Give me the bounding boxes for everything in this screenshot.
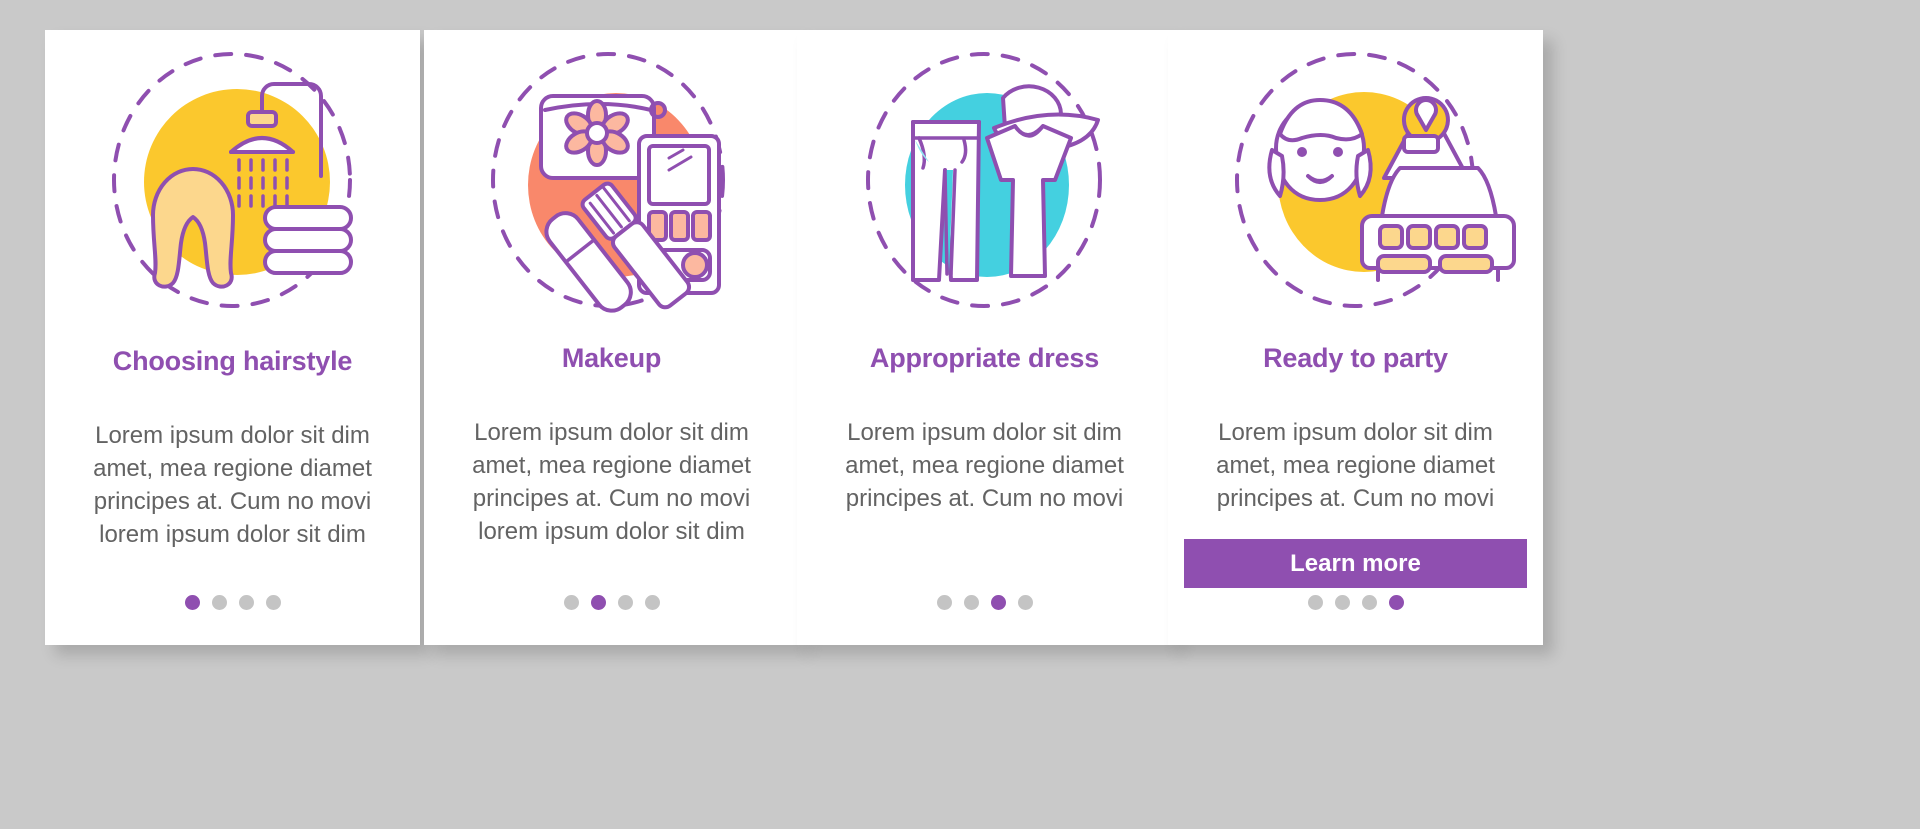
pagination-dot[interactable]: [617, 595, 633, 610]
card-description: Lorem ipsum dolor sit dim amet, mea regi…: [1216, 419, 1495, 513]
card-description: Lorem ipsum dolor sit dim amet, mea regi…: [845, 419, 1124, 513]
pagination-dot[interactable]: [238, 595, 254, 610]
onboarding-screens-stage: Choosing hairstyle Lorem ipsum dolor sit…: [0, 0, 1920, 829]
card-title: Appropriate dress: [869, 343, 1100, 373]
pagination-dots[interactable]: [45, 595, 420, 610]
woman-taxi-location-icon: [1168, 30, 1543, 330]
pagination-dot[interactable]: [1361, 595, 1377, 610]
pagination-dots[interactable]: [797, 595, 1172, 610]
pagination-dot[interactable]: [211, 595, 227, 610]
pants-dress-hat-icon: [797, 30, 1172, 330]
card-title: Choosing hairstyle: [112, 346, 353, 376]
pagination-dot[interactable]: [936, 595, 952, 610]
pagination-dot[interactable]: [265, 595, 281, 610]
pagination-dot[interactable]: [990, 595, 1006, 610]
pagination-dot[interactable]: [590, 595, 606, 610]
card-title: Ready to party: [1263, 343, 1448, 373]
pagination-dot[interactable]: [1017, 595, 1033, 610]
cosmetic-bag-palette-icon: [424, 30, 799, 330]
learn-more-button[interactable]: Learn more: [1184, 539, 1527, 589]
pagination-dot[interactable]: [1307, 595, 1323, 610]
onboarding-card-appropriate-dress[interactable]: Appropriate dress Lorem ipsum dolor sit …: [797, 30, 1172, 645]
onboarding-card-choosing-hairstyle[interactable]: Choosing hairstyle Lorem ipsum dolor sit…: [45, 30, 420, 645]
pagination-dots[interactable]: [424, 595, 799, 610]
card-title: Makeup: [561, 343, 662, 373]
pagination-dots[interactable]: [1168, 595, 1543, 610]
onboarding-card-ready-to-party[interactable]: Ready to party Lorem ipsum dolor sit dim…: [1168, 30, 1543, 645]
pagination-dot[interactable]: [963, 595, 979, 610]
card-description: Lorem ipsum dolor sit dim amet, mea regi…: [472, 419, 751, 546]
pagination-dot[interactable]: [563, 595, 579, 610]
pagination-dot[interactable]: [644, 595, 660, 610]
pagination-dot[interactable]: [184, 595, 200, 610]
hair-shower-towels-icon: [45, 30, 420, 330]
onboarding-card-makeup[interactable]: Makeup Lorem ipsum dolor sit dim amet, m…: [424, 30, 799, 645]
pagination-dot[interactable]: [1334, 595, 1350, 610]
card-description: Lorem ipsum dolor sit dim amet, mea regi…: [93, 422, 372, 549]
pagination-dot[interactable]: [1388, 595, 1404, 610]
